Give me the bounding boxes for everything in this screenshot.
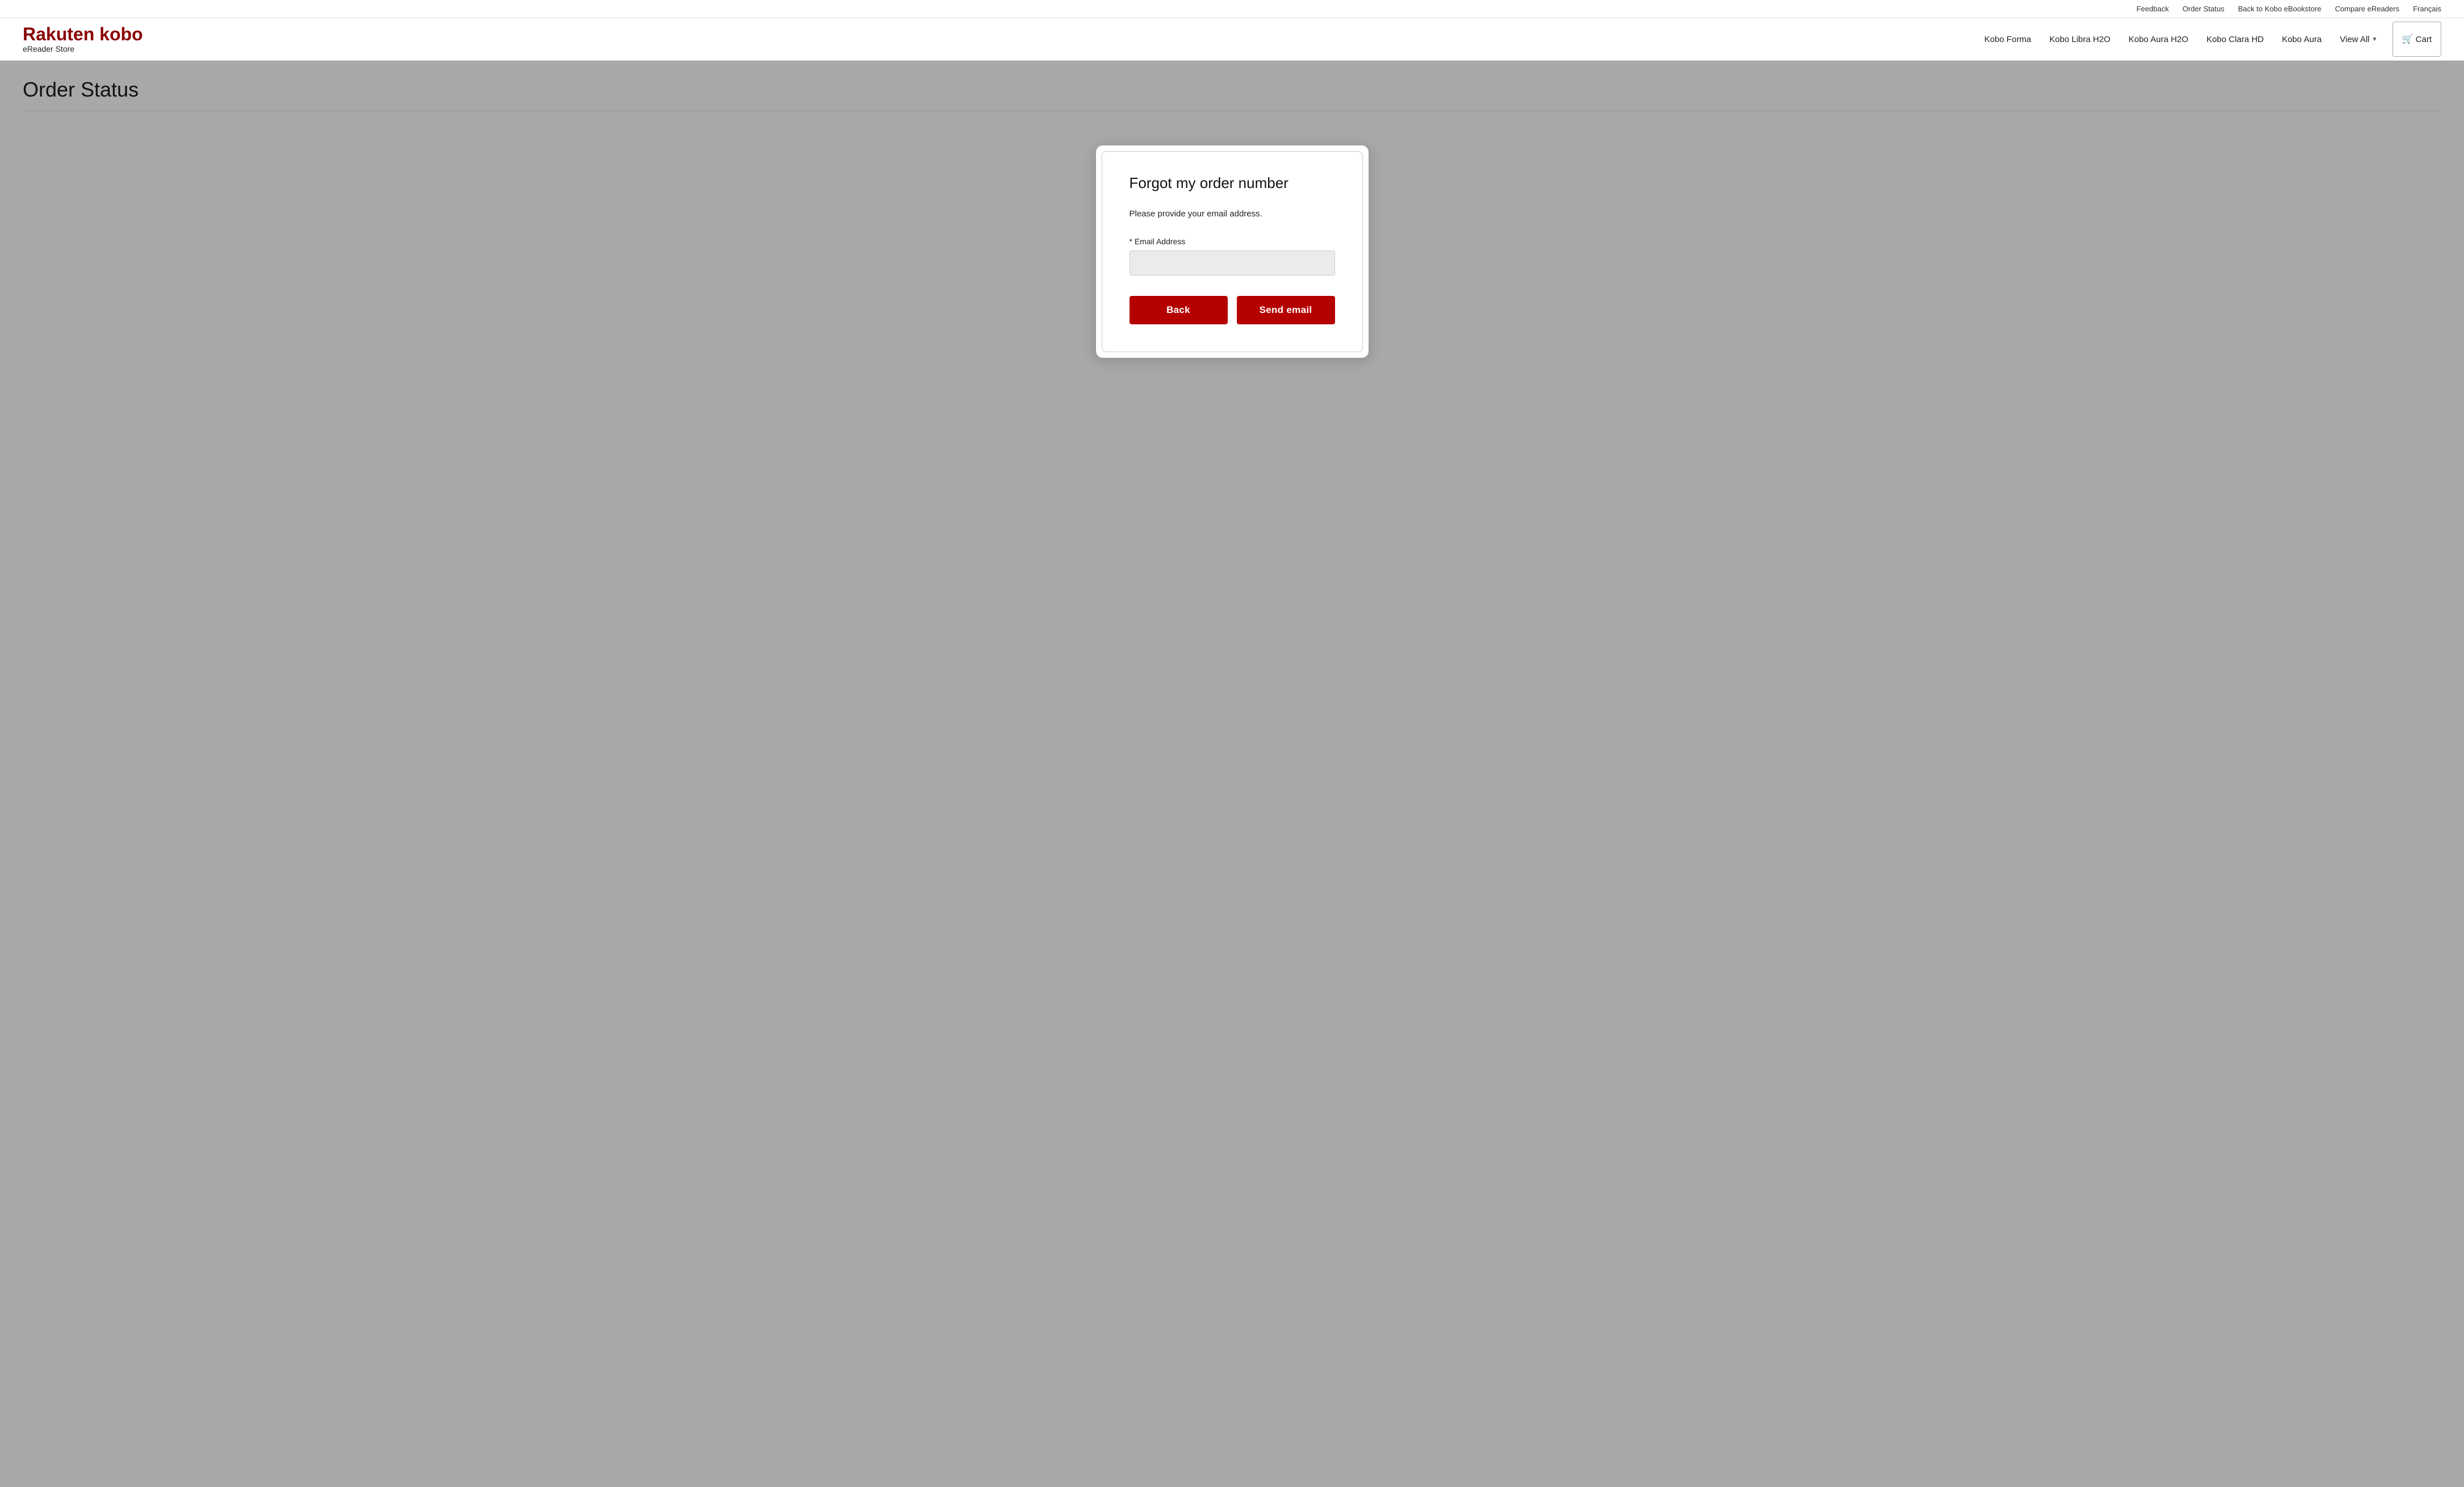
- nav-item-kobo-clara-hd[interactable]: Kobo Clara HD: [2197, 23, 2273, 56]
- utility-bar: Feedback Order Status Back to Kobo eBook…: [0, 0, 2464, 18]
- nav-links: Kobo Forma Kobo Libra H2O Kobo Aura H2O …: [1975, 22, 2441, 57]
- logo[interactable]: Rakuten kobo eReader Store: [23, 18, 143, 60]
- page-content: Order Status Forgot my order number Plea…: [0, 61, 2464, 1485]
- email-input[interactable]: [1129, 250, 1335, 275]
- francais-link[interactable]: Français: [2413, 5, 2441, 13]
- email-form-group: * Email Address: [1129, 237, 1335, 275]
- back-button[interactable]: Back: [1129, 296, 1228, 324]
- nav-item-kobo-libra-h2o[interactable]: Kobo Libra H2O: [2040, 23, 2120, 56]
- modal-buttons: Back Send email: [1129, 296, 1335, 324]
- modal-area: Forgot my order number Please provide yo…: [23, 128, 2441, 358]
- modal-description: Please provide your email address.: [1129, 208, 1335, 221]
- view-all-label: View All: [2340, 35, 2369, 44]
- nav-item-kobo-aura-h2o[interactable]: Kobo Aura H2O: [2119, 23, 2197, 56]
- logo-sub: eReader Store: [23, 44, 143, 53]
- cart-label: Cart: [2416, 35, 2432, 44]
- main-nav: Rakuten kobo eReader Store Kobo Forma Ko…: [0, 18, 2464, 61]
- page-title-section: Order Status: [23, 78, 2441, 111]
- page-title: Order Status: [23, 78, 2441, 102]
- modal-outer: Forgot my order number Please provide yo…: [1096, 145, 1369, 358]
- modal-dialog: Forgot my order number Please provide yo…: [1102, 151, 1363, 352]
- feedback-link[interactable]: Feedback: [2136, 5, 2169, 13]
- nav-item-kobo-aura[interactable]: Kobo Aura: [2273, 23, 2331, 56]
- order-status-link[interactable]: Order Status: [2182, 5, 2224, 13]
- logo-brand: Rakuten kobo: [23, 25, 143, 43]
- view-all-button[interactable]: View All ▼: [2331, 23, 2386, 56]
- nav-item-kobo-forma[interactable]: Kobo Forma: [1975, 23, 2040, 56]
- cart-button[interactable]: 🛒 Cart: [2392, 22, 2441, 57]
- modal-title: Forgot my order number: [1129, 174, 1335, 192]
- cart-icon: 🛒: [2402, 35, 2413, 44]
- back-to-kobo-link[interactable]: Back to Kobo eBookstore: [2238, 5, 2321, 13]
- compare-ereaders-link[interactable]: Compare eReaders: [2335, 5, 2399, 13]
- send-email-button[interactable]: Send email: [1237, 296, 1335, 324]
- email-label: * Email Address: [1129, 237, 1335, 246]
- chevron-down-icon: ▼: [2372, 36, 2378, 43]
